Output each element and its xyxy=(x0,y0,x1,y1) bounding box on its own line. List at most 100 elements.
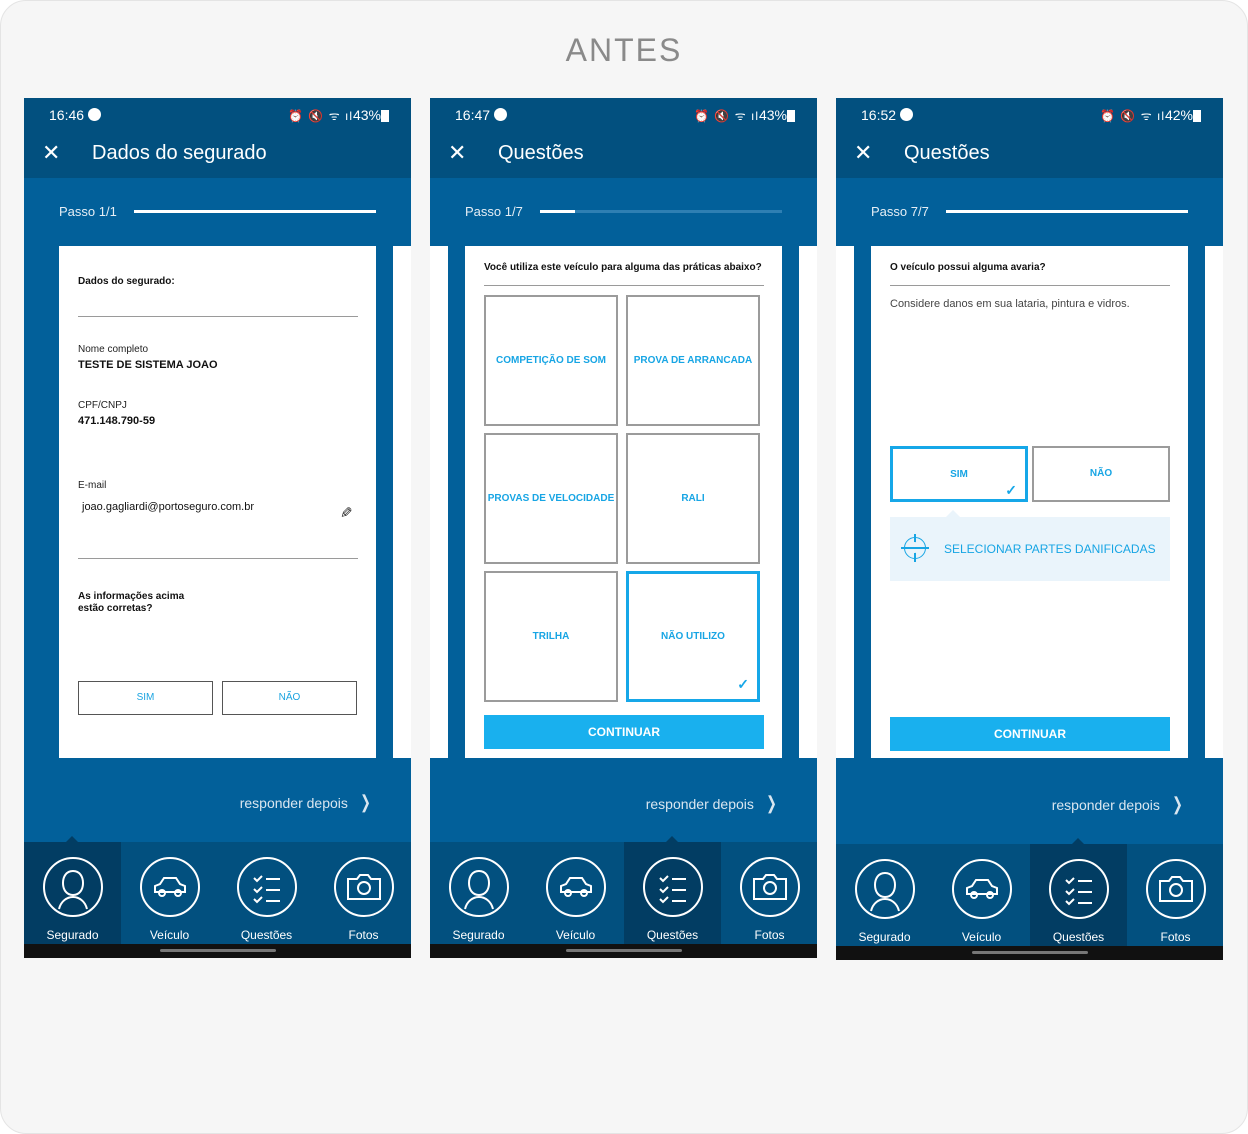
field-label-email: E-mail xyxy=(78,480,107,491)
option-rali[interactable]: RALI xyxy=(626,433,760,564)
option-nao-utilizo-label: NÃO UTILIZO xyxy=(661,631,725,642)
home-indicator-bar xyxy=(836,946,1223,960)
phone-screen-questoes-1: 16:47 ⏰ 🔇 ᯤ ıl 43% ✕ Questões Passo 1/7 … xyxy=(430,98,817,958)
battery-level: 43% xyxy=(352,107,381,123)
nav-label-fotos: Fotos xyxy=(348,928,379,942)
nav-tab-veiculo[interactable]: Veículo xyxy=(933,844,1030,946)
checklist-icon xyxy=(1049,859,1109,919)
close-icon[interactable]: ✕ xyxy=(42,140,60,166)
phone-screen-questoes-7: 16:52 ⏰ 🔇 ᯤ ıl 42% ✕ Questões Passo 7/7 … xyxy=(836,98,1223,960)
nav-tab-veiculo[interactable]: Veículo xyxy=(121,842,218,944)
next-card-peek xyxy=(393,246,411,758)
page-title: ANTES xyxy=(565,32,683,68)
field-value-cpf: 471.148.790-59 xyxy=(78,415,156,427)
nav-tab-fotos[interactable]: Fotos xyxy=(315,842,411,944)
nav-label-fotos: Fotos xyxy=(1160,930,1191,944)
home-indicator-bar xyxy=(24,944,411,958)
option-nao-utilizo[interactable]: NÃO UTILIZO ✓ xyxy=(626,571,760,702)
close-icon[interactable]: ✕ xyxy=(448,140,466,166)
close-icon[interactable]: ✕ xyxy=(854,140,872,166)
no-button[interactable]: NÃO xyxy=(222,681,357,715)
nav-label-segurado: Segurado xyxy=(858,930,911,944)
nav-tab-segurado[interactable]: Segurado xyxy=(430,842,527,944)
checklist-icon xyxy=(643,857,703,917)
nav-tab-segurado[interactable]: Segurado xyxy=(24,836,121,944)
nav-label-segurado: Segurado xyxy=(452,928,505,942)
nav-tab-veiculo[interactable]: Veículo xyxy=(527,842,624,944)
option-competicao-de-som[interactable]: COMPETIÇÃO DE SOM xyxy=(484,295,618,426)
yes-option[interactable]: SIM ✓ xyxy=(890,446,1028,502)
divider xyxy=(890,285,1170,286)
battery-icon xyxy=(381,110,389,122)
option-provas-de-velocidade[interactable]: PROVAS DE VELOCIDADE xyxy=(484,433,618,564)
answer-later-link[interactable]: responder depois ❯ xyxy=(240,792,373,813)
step-counter: Passo 1/1 xyxy=(59,204,117,219)
field-label-cpf: CPF/CNPJ xyxy=(78,400,127,411)
nav-label-questoes: Questões xyxy=(1052,930,1105,944)
nav-label-questoes: Questões xyxy=(240,928,293,942)
screen-title: Questões xyxy=(498,142,584,164)
continue-button[interactable]: CONTINUAR xyxy=(484,715,764,749)
option-trilha[interactable]: TRILHA xyxy=(484,571,618,702)
nav-label-veiculo: Veículo xyxy=(149,928,190,942)
divider xyxy=(484,285,764,286)
status-bar: 16:52 ⏰ 🔇 ᯤ ıl 42% xyxy=(836,98,1223,132)
question-card: O veículo possui alguma avaria? Consider… xyxy=(871,246,1188,758)
progress-fill xyxy=(134,210,376,213)
screen-title: Dados do segurado xyxy=(92,142,267,164)
nav-tab-fotos[interactable]: Fotos xyxy=(1127,844,1223,946)
answer-later-link[interactable]: responder depois ❯ xyxy=(646,793,779,814)
answer-later-link[interactable]: responder depois ❯ xyxy=(1052,794,1185,815)
section-title: Dados do segurado: xyxy=(78,276,175,287)
email-field[interactable]: joao.gagliardi@portoseguro.com.br xyxy=(82,501,254,513)
answer-later-label: responder depois xyxy=(1051,797,1160,813)
home-pill[interactable] xyxy=(160,949,276,952)
app-bar: ✕ Dados do segurado xyxy=(24,132,411,178)
phone-screen-dados: 16:46 ⏰ 🔇 ᯤ ıl 43% ✕ Dados do segurado P… xyxy=(24,98,411,958)
prev-card-peek xyxy=(836,246,854,758)
progress-bar xyxy=(540,210,782,213)
battery-icon xyxy=(787,110,795,122)
nav-tab-segurado[interactable]: Segurado xyxy=(836,844,933,946)
home-pill[interactable] xyxy=(566,949,682,952)
nav-tab-questoes[interactable]: Questões xyxy=(218,842,315,944)
form-card: Dados do segurado: Nome completo TESTE D… xyxy=(59,246,376,758)
next-card-peek xyxy=(799,246,817,758)
edit-pencil-icon[interactable]: ✎ xyxy=(340,504,353,522)
question-card: Você utiliza este veículo para alguma da… xyxy=(465,246,782,758)
camera-icon xyxy=(740,857,800,917)
message-icon xyxy=(900,108,913,121)
option-prova-de-arrancada[interactable]: PROVA DE ARRANCADA xyxy=(626,295,760,426)
app-bar: ✕ Questões xyxy=(430,132,817,178)
checklist-icon xyxy=(237,857,297,917)
yes-button[interactable]: SIM xyxy=(78,681,213,715)
confirm-question-line2: estão corretas? xyxy=(78,603,153,614)
home-pill[interactable] xyxy=(972,951,1088,954)
car-icon xyxy=(952,859,1012,919)
select-damaged-parts-button[interactable]: SELECIONAR PARTES DANIFICADAS xyxy=(890,510,1170,581)
nav-tab-questoes[interactable]: Questões xyxy=(1030,838,1127,946)
nav-label-veiculo: Veículo xyxy=(555,928,596,942)
battery-level: 43% xyxy=(758,107,787,123)
nav-tab-questoes[interactable]: Questões xyxy=(624,836,721,944)
camera-icon xyxy=(334,857,394,917)
continue-button[interactable]: CONTINUAR xyxy=(890,717,1170,751)
no-option[interactable]: NÃO xyxy=(1032,446,1170,502)
checkmark-icon: ✓ xyxy=(1005,482,1017,498)
status-time: 16:47 xyxy=(455,107,491,123)
step-counter: Passo 7/7 xyxy=(871,204,929,219)
home-indicator-bar xyxy=(430,944,817,958)
battery-level: 42% xyxy=(1164,107,1193,123)
nav-tab-fotos[interactable]: Fotos xyxy=(721,842,817,944)
chevron-right-icon: ❯ xyxy=(360,792,371,812)
nav-label-questoes: Questões xyxy=(646,928,699,942)
app-bar: ✕ Questões xyxy=(836,132,1223,178)
next-card-peek xyxy=(1205,246,1223,758)
status-time: 16:52 xyxy=(861,107,897,123)
person-icon xyxy=(449,857,509,917)
progress-bar xyxy=(946,210,1188,213)
status-bar: 16:47 ⏰ 🔇 ᯤ ıl 43% xyxy=(430,98,817,132)
nav-label-fotos: Fotos xyxy=(754,928,785,942)
progress-fill xyxy=(540,210,575,213)
status-icons: ⏰ 🔇 ᯤ ıl xyxy=(288,109,353,123)
